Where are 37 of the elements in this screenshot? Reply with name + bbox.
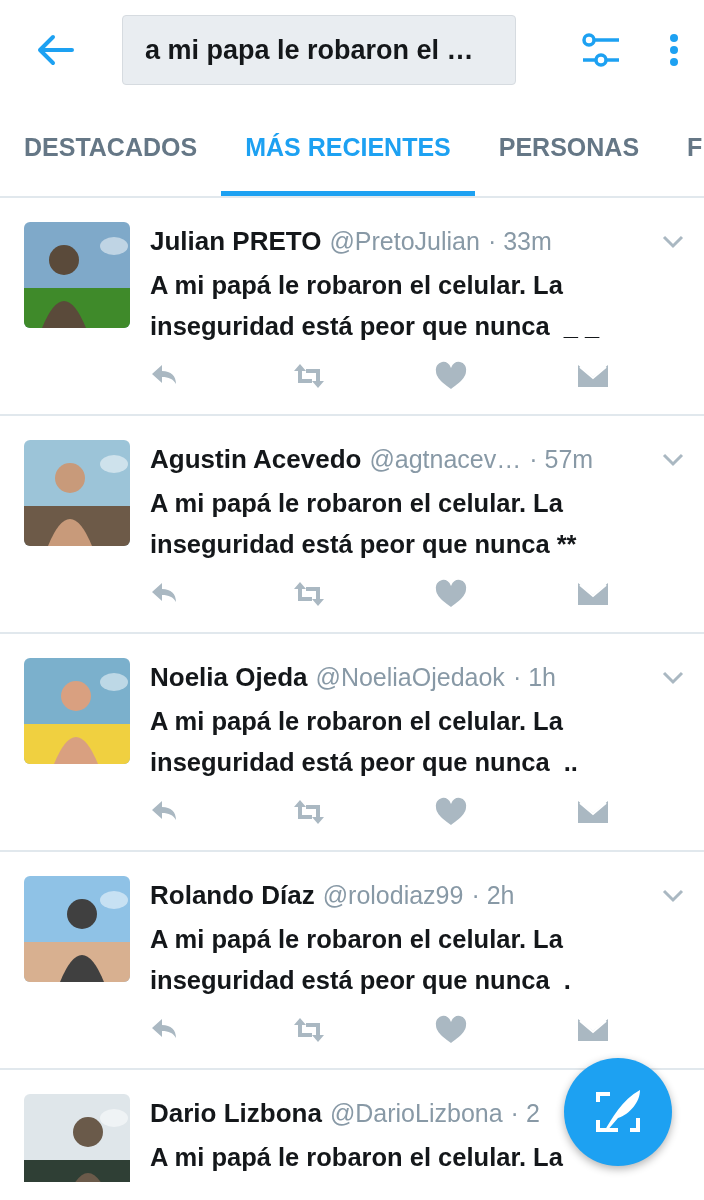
tweet-time: · 57m <box>529 443 594 475</box>
search-field[interactable]: a mi papa le robaron el … <box>122 15 516 85</box>
user-name: Dario Lizbona <box>150 1097 322 1130</box>
heart-icon[interactable] <box>434 797 468 827</box>
tweet-time: · 1h <box>512 661 556 693</box>
tab[interactable]: PERSONAS <box>474 100 664 196</box>
user-handle: @rolodiaz99 <box>322 879 464 911</box>
user-handle: @PretoJulian <box>329 225 480 257</box>
chevron-icon[interactable] <box>662 234 684 249</box>
tab[interactable]: DESTACADOS <box>0 100 222 196</box>
tweet-text: A mi papá le robaron el celular. La <box>150 1142 564 1173</box>
tweet-text: A mi papá le robaron el celular. La inseguridad está peor que nunca _ _ <box>150 270 601 342</box>
tweet-time: · 2 <box>510 1097 540 1129</box>
user-name: Noelia Ojeda <box>150 661 308 694</box>
heart-icon[interactable] <box>434 1015 468 1045</box>
user-name: Agustin Acevedo <box>150 443 362 476</box>
user-handle: @DarioLizbona <box>329 1097 503 1129</box>
more-icon[interactable] <box>668 33 680 67</box>
user-handle: @agtnacev… <box>369 443 522 475</box>
heart-icon[interactable] <box>434 361 468 391</box>
user-handle: @NoeliaOjedaok <box>315 661 505 693</box>
tweet-time: · 33m <box>487 225 552 257</box>
chevron-icon[interactable] <box>662 670 684 685</box>
user-name: Julian PRETO <box>150 225 322 258</box>
tweet-time: · 2h <box>471 879 515 911</box>
heart-icon[interactable] <box>434 579 468 609</box>
tweet-text: A mi papá le robaron el celular. La inseguridad está peor que nunca .. <box>150 706 579 778</box>
tweet-text: A mi papá le robaron el celular. La inseguridad está peor que nunca . <box>150 924 572 996</box>
tab[interactable]: MÁS RECIENTES <box>221 100 475 196</box>
tweet-text: A mi papá le robaron el celular. La inseguridad está peor que nunca ** <box>150 488 578 560</box>
back-icon[interactable] <box>36 34 74 66</box>
user-name: Rolando Díaz <box>150 879 315 912</box>
chevron-icon[interactable] <box>662 888 684 903</box>
filter-icon[interactable] <box>582 33 620 67</box>
tab[interactable]: F <box>663 100 704 196</box>
compose-button[interactable] <box>564 1058 672 1166</box>
chevron-icon[interactable] <box>662 452 684 467</box>
